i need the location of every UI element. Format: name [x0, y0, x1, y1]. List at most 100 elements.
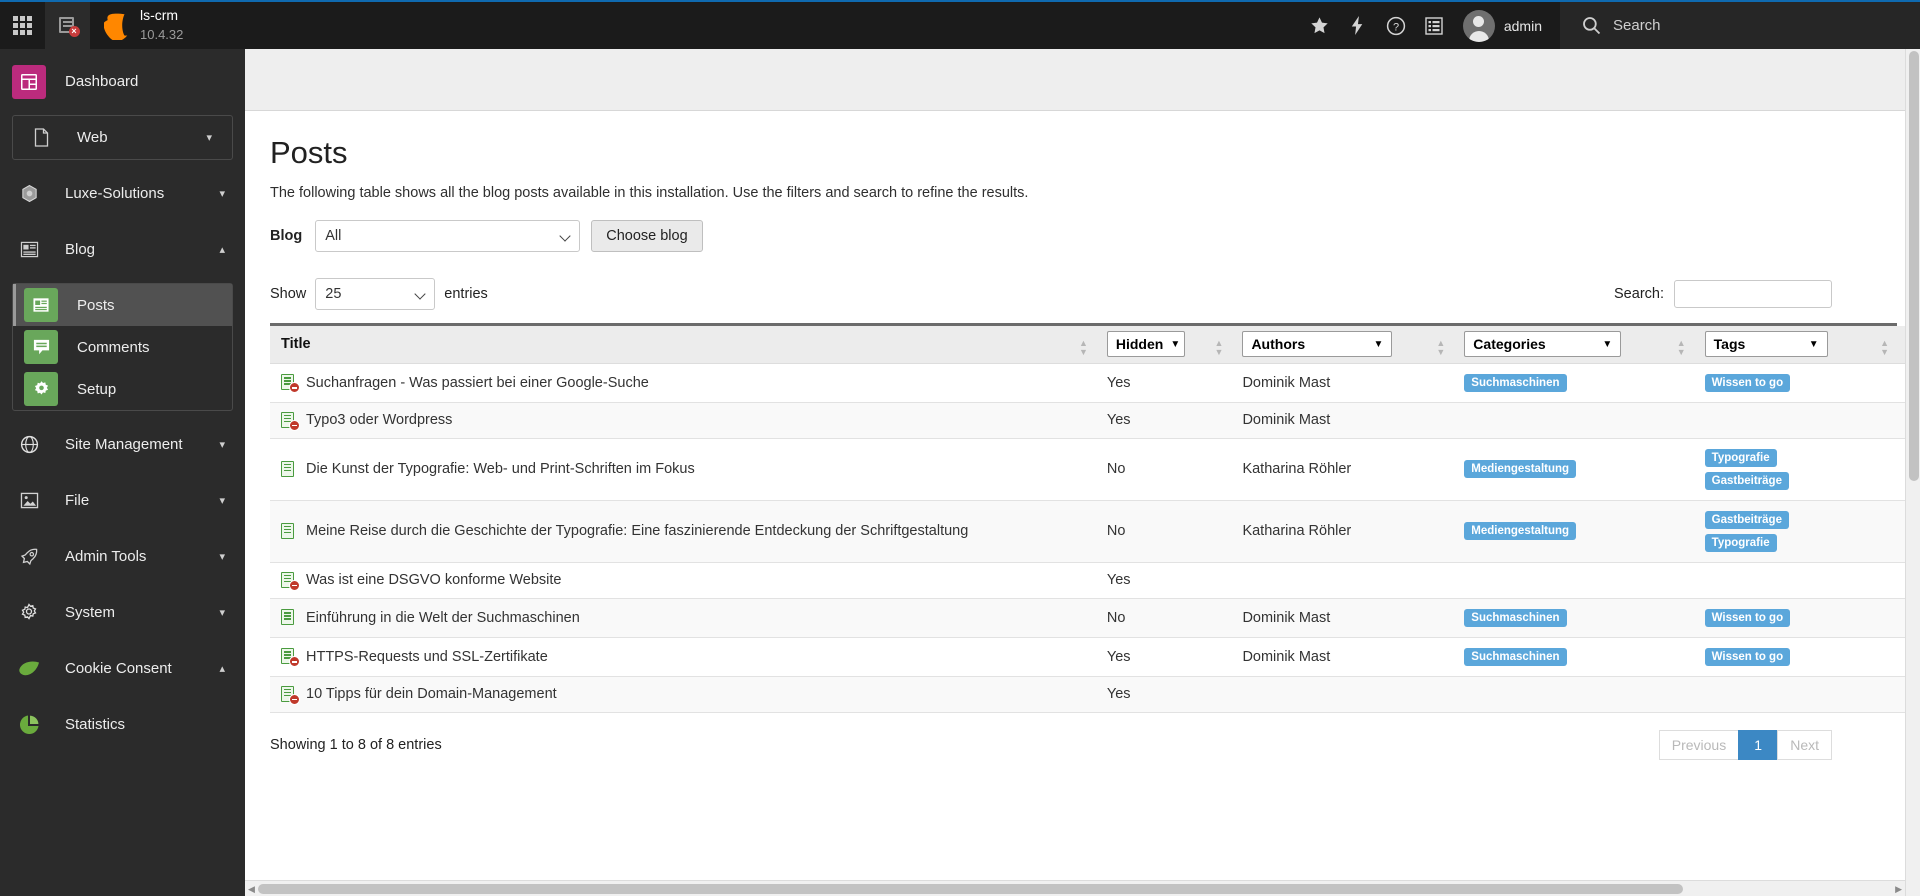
tag-badge: Typografie	[1704, 448, 1777, 467]
scroll-right-icon[interactable]: ▶	[1895, 885, 1902, 894]
cell-title: Was ist eine DSGVO konforme Website	[270, 562, 1096, 599]
horizontal-scrollbar[interactable]: ◀ ▶	[245, 880, 1905, 896]
post-title-link[interactable]: Einführung in die Welt der Suchmaschinen	[306, 610, 580, 626]
hidden-badge-icon	[289, 656, 300, 667]
search-input[interactable]	[1674, 280, 1832, 308]
cell-tags	[1693, 676, 1898, 713]
vertical-scrollbar[interactable]	[1905, 49, 1920, 896]
table-row[interactable]: Einführung in die Welt der Suchmaschinen…	[270, 598, 1920, 638]
bookmark-star-icon[interactable]	[1301, 1, 1339, 50]
post-title-link[interactable]: Suchanfragen - Was passiert bei einer Go…	[306, 375, 649, 391]
posts-table-head: Title ▲ ▼ Hidden ▼ ▲ ▼ Authors ▼ ▲ ▼ Cat…	[270, 326, 1920, 364]
column-header-authors[interactable]: Authors ▼ ▲ ▼	[1231, 326, 1454, 364]
module-menu-toggle[interactable]	[0, 2, 45, 49]
horizontal-scroll-thumb[interactable]	[258, 884, 1683, 894]
typo3-version: 10.4.32	[140, 26, 184, 42]
post-title-link[interactable]: Typo3 oder Wordpress	[306, 412, 452, 428]
sidebar-item-system[interactable]: System ▾	[0, 586, 245, 639]
cell-author: Dominik Mast	[1231, 598, 1454, 638]
sidebar-item-site-management[interactable]: Site Management ▾	[0, 418, 245, 471]
table-row[interactable]: 10 Tipps für dein Domain-ManagementYes2	[270, 676, 1920, 713]
sidebar-item-label: Blog	[65, 241, 96, 258]
cell-title: Meine Reise durch die Geschichte der Typ…	[270, 500, 1096, 563]
post-title-link[interactable]: Was ist eine DSGVO konforme Website	[306, 572, 561, 588]
sidebar-item-posts[interactable]: Posts	[13, 284, 232, 326]
clear-cache-button[interactable]: ×	[45, 2, 90, 49]
table-row[interactable]: Suchanfragen - Was passiert bei einer Go…	[270, 363, 1920, 403]
sort-icon: ▲ ▼	[1676, 338, 1686, 357]
sidebar-item-comments[interactable]: Comments	[13, 326, 232, 368]
chevron-down-icon: ▾	[219, 607, 225, 619]
sidebar-item-web[interactable]: Web ▾	[13, 116, 232, 159]
blog-select[interactable]: All	[315, 220, 581, 252]
chevron-down-icon: ▾	[219, 188, 225, 200]
pagination-page-1[interactable]: 1	[1738, 729, 1779, 760]
sort-icon: ▲ ▼	[1880, 338, 1890, 357]
hidden-filter-select[interactable]: Hidden ▼	[1106, 331, 1185, 358]
table-row[interactable]: Die Kunst der Typografie: Web- und Print…	[270, 438, 1920, 501]
help-icon[interactable]: ?	[1377, 1, 1415, 50]
choose-blog-button[interactable]: Choose blog	[591, 220, 703, 252]
length-select[interactable]: 25	[315, 278, 436, 310]
table-row[interactable]: Typo3 oder WordpressYesDominik Mast1	[270, 402, 1920, 439]
column-header-hidden[interactable]: Hidden ▼ ▲ ▼	[1095, 326, 1232, 364]
length-select-wrapper: 25	[315, 278, 436, 310]
column-header-categories[interactable]: Categories ▼ ▲ ▼	[1453, 326, 1694, 364]
pie-chart-icon	[12, 708, 46, 742]
post-title-link[interactable]: Die Kunst der Typografie: Web- und Print…	[306, 461, 695, 477]
sidebar-group-web[interactable]: Web ▾	[12, 115, 233, 160]
sidebar-subgroup-blog: Posts Comments Setup	[12, 283, 233, 411]
column-header-title[interactable]: Title ▲ ▼	[270, 326, 1096, 364]
table-row[interactable]: HTTPS-Requests und SSL-Zertifikate Yes Dom…	[270, 637, 1920, 677]
cell-author: Dominik Mast	[1231, 637, 1454, 677]
sidebar-item-cookie-consent[interactable]: Cookie Consent ▴	[0, 642, 245, 695]
site-logo-link[interactable]: ls-crm 10.4.32	[90, 2, 202, 49]
chevron-down-icon: ▾	[219, 551, 225, 563]
sidebar-item-label: Dashboard	[65, 73, 139, 90]
post-title-link[interactable]: Meine Reise durch die Geschichte der Typ…	[306, 523, 968, 539]
typo3-logo-icon	[104, 13, 128, 40]
blog-filter-bar: Blog All Choose blog	[270, 220, 1920, 252]
global-search[interactable]: Search	[1560, 2, 1920, 49]
authors-filter-select[interactable]: Authors ▼	[1242, 331, 1393, 358]
list-icon[interactable]	[1415, 1, 1453, 50]
search-placeholder: Search	[1613, 17, 1661, 34]
cell-categories: Suchmaschinen	[1453, 598, 1694, 638]
post-title-link[interactable]: 10 Tipps für dein Domain-Management	[306, 686, 557, 702]
sidebar-item-admin-tools[interactable]: Admin Tools ▾	[0, 530, 245, 583]
sidebar-item-setup[interactable]: Setup	[13, 368, 232, 410]
scroll-left-icon[interactable]: ◀	[248, 885, 255, 894]
sidebar-item-dashboard[interactable]: Dashboard	[0, 55, 245, 108]
post-title-link[interactable]: HTTPS-Requests und SSL-Zertifikate	[306, 649, 548, 665]
user-menu[interactable]: admin	[1453, 9, 1560, 42]
rocket-icon	[12, 540, 46, 574]
cell-author	[1231, 562, 1454, 599]
chevron-up-icon: ▴	[219, 244, 225, 256]
categories-filter-select[interactable]: Categories ▼	[1464, 331, 1622, 358]
sidebar-item-blog[interactable]: Blog ▴	[0, 223, 245, 276]
flash-messages-icon[interactable]	[1339, 1, 1377, 50]
pagination-next[interactable]: Next	[1777, 729, 1832, 760]
table-row[interactable]: Meine Reise durch die Geschichte der Typ…	[270, 500, 1920, 563]
search-icon	[1583, 17, 1601, 35]
sidebar-item-statistics[interactable]: Statistics	[0, 698, 245, 751]
posts-table-container: Title ▲ ▼ Hidden ▼ ▲ ▼ Authors ▼ ▲ ▼ Cat…	[270, 323, 1920, 713]
table-row[interactable]: Was ist eine DSGVO konforme WebsiteYes2	[270, 562, 1920, 599]
sidebar-item-file[interactable]: File ▾	[0, 474, 245, 527]
pagination-previous[interactable]: Previous	[1658, 729, 1740, 760]
cell-tags: Typografie Gastbeiträge	[1693, 438, 1898, 501]
sidebar-item-luxe-solutions[interactable]: Luxe-Solutions ▾	[0, 167, 245, 220]
page-hidden-icon	[281, 685, 300, 705]
vertical-scroll-thumb[interactable]	[1909, 51, 1919, 481]
cell-title: 10 Tipps für dein Domain-Management	[270, 676, 1096, 713]
pagination: Previous 1 Next	[1658, 729, 1897, 760]
cell-author: Dominik Mast	[1231, 363, 1454, 403]
cell-author: Katharina Röhler	[1231, 500, 1454, 563]
module-sidebar: Dashboard Web ▾ Luxe-Solutions ▾ Blog ▴ …	[0, 49, 245, 896]
length-menu-prefix: Show	[270, 286, 307, 302]
column-header-tags[interactable]: Tags ▼ ▲ ▼	[1693, 326, 1898, 364]
tags-filter-select[interactable]: Tags ▼	[1704, 331, 1828, 358]
sidebar-item-label: Comments	[77, 338, 150, 356]
blog-filter-label: Blog	[270, 228, 303, 244]
